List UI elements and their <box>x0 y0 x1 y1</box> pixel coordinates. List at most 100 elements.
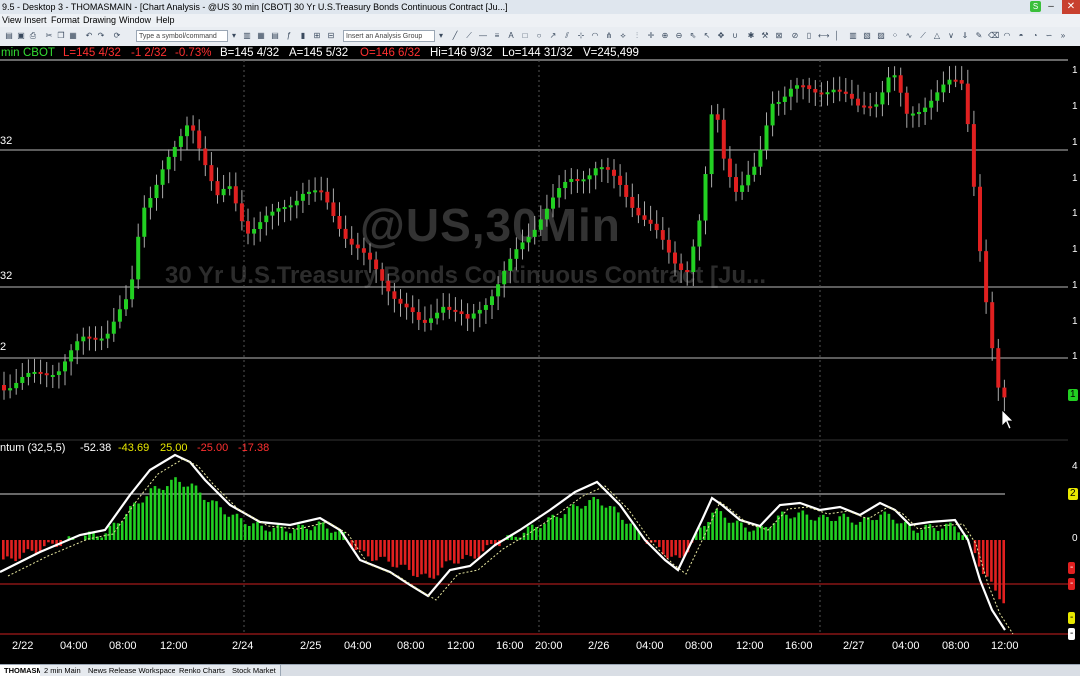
candle-body <box>758 149 763 167</box>
momentum-bar <box>535 527 538 540</box>
candle-body <box>904 92 909 114</box>
momentum-bar <box>744 527 747 540</box>
momentum-bar <box>223 514 226 540</box>
candle-body <box>496 284 501 297</box>
momentum-bar <box>748 531 751 540</box>
momentum-bar <box>674 540 677 556</box>
candle-body <box>752 166 757 175</box>
momentum-bar <box>666 540 669 559</box>
candle-body <box>26 372 31 377</box>
candle-body <box>532 229 537 237</box>
momentum-bar <box>231 514 235 540</box>
scale-tick: 1 <box>1072 173 1078 184</box>
tab-renko-charts[interactable]: Renko Charts <box>175 665 230 676</box>
momentum-bar <box>539 528 542 540</box>
momentum-bar <box>453 540 456 564</box>
tab-news-release[interactable]: News Release Workspace <box>84 665 181 676</box>
candle-body <box>660 230 665 240</box>
momentum-bar <box>260 525 263 540</box>
candle-body <box>465 314 470 319</box>
workspace-tabs: THOMASMAIN 2 min Main News Release Works… <box>0 664 1080 676</box>
candle-body <box>514 249 519 259</box>
momentum-bar <box>809 519 813 540</box>
momentum-bar <box>719 511 723 540</box>
time-label: 04:00 <box>636 640 664 652</box>
candle-body <box>124 299 128 310</box>
momentum-bar <box>998 540 1001 600</box>
momentum-bar <box>924 524 928 540</box>
candle-body <box>880 92 885 105</box>
momentum-bar <box>596 499 600 540</box>
candle-body <box>117 309 122 322</box>
momentum-bar <box>567 507 571 540</box>
momentum-bar <box>662 540 665 555</box>
momentum-bar <box>215 501 218 540</box>
candle-body <box>575 179 580 182</box>
candle-body <box>404 303 409 308</box>
candle-body <box>593 168 598 176</box>
candle-body <box>935 92 940 101</box>
momentum-bar <box>469 540 472 557</box>
momentum-bar <box>194 485 198 540</box>
momentum-bar <box>801 510 805 540</box>
candle-body <box>502 270 507 285</box>
candle-body <box>965 83 970 125</box>
momentum-bar <box>84 535 87 540</box>
candle-body <box>50 375 55 378</box>
candle-body <box>99 338 104 341</box>
candle-body <box>917 112 921 115</box>
momentum-bar <box>858 521 862 540</box>
candle-body <box>361 248 366 253</box>
momentum-bar <box>625 523 628 540</box>
price-label-upper: 32 <box>0 135 13 147</box>
momentum-bar <box>284 531 288 540</box>
quote-ask: A=145 5/32 <box>289 47 349 59</box>
momentum-bar <box>850 522 854 540</box>
candle-body <box>203 148 208 166</box>
candle-body <box>380 269 385 281</box>
tab-stock-market[interactable]: Stock Market <box>228 665 281 676</box>
candle-body <box>355 244 360 249</box>
time-label: 2/25 <box>300 640 322 652</box>
candle-body <box>56 371 61 376</box>
momentum-bar <box>707 521 710 540</box>
candle-body <box>874 104 879 107</box>
time-label: 12:00 <box>160 640 188 652</box>
momentum-bar <box>18 540 21 559</box>
momentum-bar <box>399 540 403 565</box>
momentum-bar <box>321 522 325 540</box>
momentum-label: ntum (32,5,5) <box>0 442 66 454</box>
candle-body <box>453 309 458 312</box>
candle-body <box>776 101 781 104</box>
momentum-bar <box>928 524 932 540</box>
momentum-bar <box>834 520 837 540</box>
momentum-bar <box>182 486 185 540</box>
scale-tick: 1 <box>1072 244 1078 255</box>
momentum-bar <box>362 540 366 552</box>
price-chart[interactable] <box>0 0 1080 664</box>
momentum-bar <box>457 540 460 564</box>
momentum-bar <box>904 521 907 540</box>
momentum-bar <box>448 540 452 561</box>
momentum-bar <box>141 502 144 540</box>
momentum-bar <box>629 523 632 540</box>
candle-body <box>349 238 354 245</box>
candle-body <box>538 219 543 230</box>
momentum-bar <box>932 528 936 540</box>
quote-high: Hi=146 9/32 <box>430 47 493 59</box>
candle-body <box>862 105 867 108</box>
candle-body <box>941 84 946 93</box>
momentum-bar <box>100 537 103 540</box>
momentum-bar <box>481 540 485 552</box>
momentum-bar <box>334 531 337 540</box>
mom-tag: - <box>1068 578 1076 590</box>
momentum-bar <box>440 540 444 568</box>
candle-body <box>410 307 415 313</box>
scale-tick: 1 <box>1072 101 1078 112</box>
candle-body <box>801 85 806 88</box>
momentum-bar <box>723 517 727 540</box>
candle-body <box>837 89 842 92</box>
last-price-tag: 1 <box>1068 389 1078 401</box>
tab-2-min-main[interactable]: 2 min Main <box>40 665 86 676</box>
candle-body <box>508 258 513 271</box>
